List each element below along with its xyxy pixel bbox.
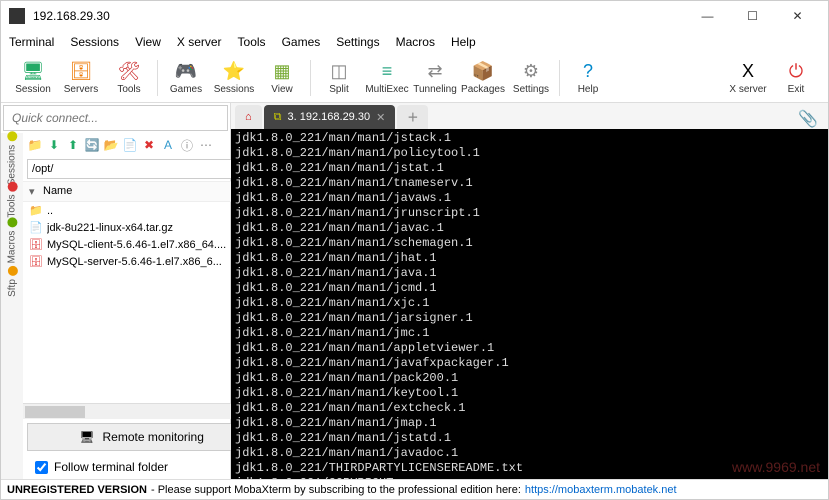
folder-icon[interactable]: 📁: [27, 137, 43, 153]
servers-icon: 🗄: [70, 60, 92, 82]
more-icon[interactable]: ⋯: [198, 137, 214, 153]
file-row[interactable]: 🗄MySQL-client-5.6.46-1.el7.x86_64....3..…: [23, 236, 260, 253]
menu-settings[interactable]: Settings: [336, 35, 379, 49]
paperclip-icon[interactable]: 📎: [798, 109, 824, 129]
vtab-sftp[interactable]: Sftp: [7, 266, 18, 297]
newfolder-icon[interactable]: 📂: [103, 137, 119, 153]
file-row[interactable]: 🗄MySQL-server-5.6.46-1.el7.x86_6...8...: [23, 253, 260, 270]
help-icon: ?: [577, 60, 599, 82]
sidebar: SessionsToolsMacrosSftp 📁 ⬇ ⬆ 🔄 📂 📄 ✖ A …: [1, 103, 231, 479]
sftp-toolbar: 📁 ⬇ ⬆ 🔄 📂 📄 ✖ A ⓘ ⋯: [23, 133, 260, 157]
split-icon: ◫: [328, 60, 350, 82]
maximize-button[interactable]: ☐: [730, 1, 775, 31]
status-prefix: UNREGISTERED VERSION: [7, 484, 147, 496]
tb-servers[interactable]: 🗄Servers: [57, 55, 105, 101]
file-header[interactable]: ▾ Name ...: [23, 181, 260, 202]
tools-icon: 🛠: [118, 60, 140, 82]
menu-games[interactable]: Games: [282, 35, 321, 49]
download-icon[interactable]: ⬇: [46, 137, 62, 153]
follow-label: Follow terminal folder: [54, 460, 168, 474]
menubar: Terminal Sessions View X server Tools Games Se…: [1, 31, 828, 53]
tb-tunneling[interactable]: ⇄Tunneling: [411, 55, 459, 101]
tb-split[interactable]: ◫Split: [315, 55, 363, 101]
tb-games[interactable]: 🎮Games: [162, 55, 210, 101]
packages-icon: 📦: [472, 60, 494, 82]
path-input[interactable]: [27, 159, 240, 179]
file-icon: 📄: [29, 221, 43, 234]
tab-new[interactable]: ＋: [397, 105, 428, 129]
tab-label: 3. 192.168.29.30: [288, 111, 371, 123]
tab-close-icon[interactable]: ✕: [376, 111, 385, 124]
tb-help[interactable]: ?Help: [564, 55, 612, 101]
multiexec-icon: ≡: [376, 60, 398, 82]
tab-session[interactable]: ⧉ 3. 192.168.29.30 ✕: [264, 105, 396, 129]
vtab-macros[interactable]: Macros: [7, 218, 18, 264]
watermark: www.9969.net: [732, 460, 820, 475]
file-row[interactable]: 📁..: [23, 202, 260, 219]
tb-view[interactable]: ▦View: [258, 55, 306, 101]
side-tabs: SessionsToolsMacros Sftp: [1, 133, 23, 479]
view-icon: ▦: [271, 60, 293, 82]
x server-icon: X: [737, 60, 759, 82]
terminal[interactable]: jdk1.8.0_221/man/man1/jstack.1 jdk1.8.0_…: [231, 129, 828, 479]
games-icon: 🎮: [175, 60, 197, 82]
tunneling-icon: ⇄: [424, 60, 446, 82]
follow-checkbox[interactable]: [35, 461, 48, 474]
terminal-icon: ⧉: [274, 111, 282, 124]
window-title: 192.168.29.30: [33, 9, 685, 23]
tab-home[interactable]: ⌂: [235, 105, 262, 129]
minimize-button[interactable]: ―: [685, 1, 730, 31]
status-bar: UNREGISTERED VERSION - Please support Mo…: [1, 479, 828, 499]
monitor-icon: 🖥: [79, 430, 94, 444]
delete-icon[interactable]: ✖: [141, 137, 157, 153]
file-row[interactable]: 📄jdk-8u221-linux-x64.tar.gz1...: [23, 219, 260, 236]
vtab-tools[interactable]: Tools: [7, 181, 18, 217]
sftp-panel: 📁 ⬇ ⬆ 🔄 📂 📄 ✖ A ⓘ ⋯ ✔ ▾ Name: [23, 133, 260, 479]
close-button[interactable]: ✕: [775, 1, 820, 31]
tb-settings[interactable]: ⚙Settings: [507, 55, 555, 101]
quick-connect-input[interactable]: [3, 105, 228, 131]
app-icon: [9, 8, 25, 24]
tb-exit[interactable]: ⏻Exit: [772, 55, 820, 101]
menu-view[interactable]: View: [135, 35, 161, 49]
titlebar: 192.168.29.30 ― ☐ ✕: [1, 1, 828, 31]
tb-x-server[interactable]: XX server: [724, 55, 772, 101]
file-icon: 🗄: [29, 255, 43, 268]
upload-icon[interactable]: ⬆: [65, 137, 81, 153]
dropdown-icon[interactable]: ▾: [29, 185, 43, 198]
tb-packages[interactable]: 📦Packages: [459, 55, 507, 101]
hscrollbar[interactable]: [23, 403, 260, 419]
settings-icon: ⚙: [520, 60, 542, 82]
tb-multiexec[interactable]: ≡MultiExec: [363, 55, 411, 101]
sessions-icon: ⭐: [223, 60, 245, 82]
status-link[interactable]: https://mobaxterm.mobatek.net: [525, 484, 677, 496]
newfile-icon[interactable]: 📄: [122, 137, 138, 153]
exit-icon: ⏻: [785, 60, 807, 82]
vtab-sessions[interactable]: Sessions: [7, 132, 18, 186]
home-icon: ⌂: [245, 111, 252, 123]
file-icon: 📁: [29, 204, 43, 217]
main-area: ⌂ ⧉ 3. 192.168.29.30 ✕ ＋ 📎 jdk1.8.0_221/…: [231, 103, 828, 479]
props-icon[interactable]: ⓘ: [179, 137, 195, 153]
menu-x-server[interactable]: X server: [177, 35, 222, 49]
file-icon: 🗄: [29, 238, 43, 251]
status-text: - Please support MobaXterm by subscribin…: [151, 484, 521, 496]
menu-tools[interactable]: Tools: [238, 35, 266, 49]
tb-session[interactable]: 🖥Session: [9, 55, 57, 101]
file-list: 📁..📄jdk-8u221-linux-x64.tar.gz1...🗄MySQL…: [23, 202, 260, 403]
edit-icon[interactable]: A: [160, 137, 176, 153]
refresh-icon[interactable]: 🔄: [84, 137, 100, 153]
col-name[interactable]: Name: [43, 185, 245, 198]
menu-sessions[interactable]: Sessions: [70, 35, 119, 49]
remote-monitoring-button[interactable]: 🖥 Remote monitoring: [27, 423, 256, 451]
toolbar: 🖥Session🗄Servers🛠Tools🎮Games⭐Sessions▦Vi…: [1, 53, 828, 103]
session-icon: 🖥: [22, 60, 44, 82]
menu-terminal[interactable]: Terminal: [9, 35, 54, 49]
tb-tools[interactable]: 🛠Tools: [105, 55, 153, 101]
menu-macros[interactable]: Macros: [396, 35, 435, 49]
tab-strip: ⌂ ⧉ 3. 192.168.29.30 ✕ ＋ 📎: [231, 103, 828, 129]
menu-help[interactable]: Help: [451, 35, 476, 49]
tb-sessions[interactable]: ⭐Sessions: [210, 55, 258, 101]
